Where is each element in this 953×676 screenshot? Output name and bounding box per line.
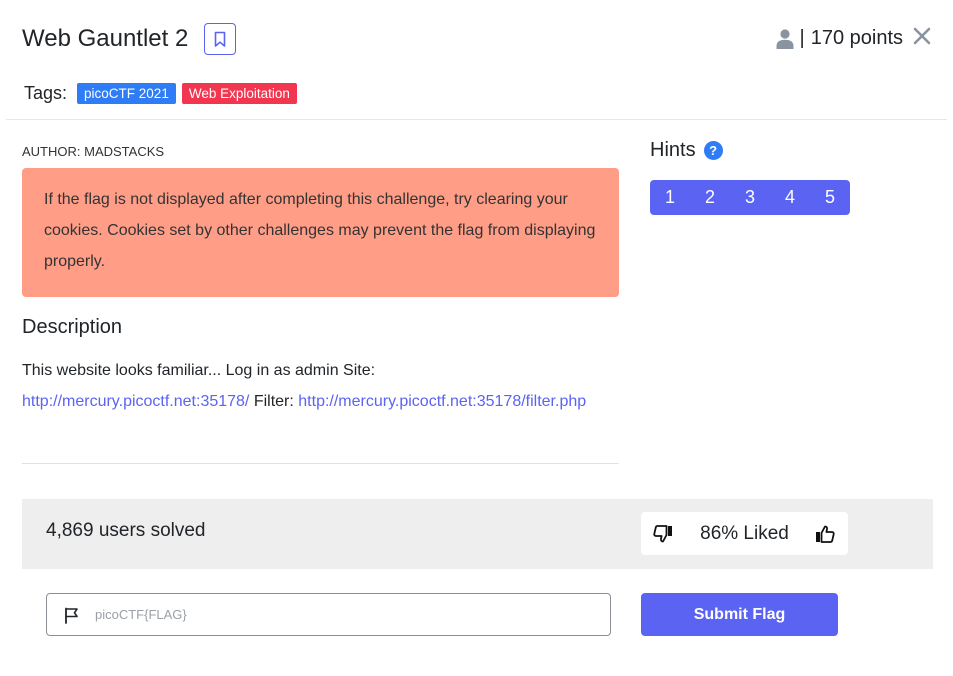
submit-flag-button[interactable]: Submit Flag — [641, 593, 838, 636]
hint-button-4[interactable]: 4 — [770, 180, 810, 215]
hints-title: Hints — [650, 139, 696, 161]
help-icon[interactable]: ? — [703, 141, 723, 160]
author-label: AUTHOR: MADSTACKS — [22, 144, 165, 159]
hints-heading: Hints ? — [650, 139, 723, 162]
filter-label: Filter: — [253, 393, 294, 410]
close-button[interactable] — [913, 22, 931, 50]
challenge-title: Web Gauntlet 2 — [22, 25, 189, 52]
description-divider — [22, 463, 619, 464]
description-heading: Description — [22, 316, 123, 338]
stats-bar: 4,869 users solved 86% Liked — [22, 499, 933, 569]
description-body: This website looks familiar... Log in as… — [22, 355, 602, 417]
flag-icon — [64, 607, 80, 629]
description-intro: This website looks familiar... Log in as… — [22, 362, 376, 379]
hint-button-2[interactable]: 2 — [690, 180, 730, 215]
bookmark-icon — [214, 31, 226, 47]
points-separator: | — [799, 27, 805, 49]
flag-input[interactable] — [95, 595, 595, 634]
users-solved-count: 4,869 users solved — [46, 520, 206, 541]
points-value: 170 points — [810, 27, 903, 49]
hint-button-5[interactable]: 5 — [810, 180, 850, 215]
tags-label: Tags: — [24, 83, 68, 103]
hints-button-group: 1 2 3 4 5 — [650, 180, 850, 215]
header-divider — [6, 119, 947, 120]
user-icon — [776, 28, 793, 49]
tags-row: Tags: picoCTF 2021 Web Exploitation — [24, 83, 297, 104]
close-icon — [913, 27, 931, 45]
tag-picoctf-2021[interactable]: picoCTF 2021 — [77, 83, 176, 104]
site-link[interactable]: http://mercury.picoctf.net:35178/ — [22, 393, 249, 410]
tag-web-exploitation[interactable]: Web Exploitation — [181, 83, 297, 104]
hint-button-1[interactable]: 1 — [650, 180, 690, 215]
bookmark-button[interactable] — [204, 23, 236, 55]
cookie-warning-alert: If the flag is not displayed after compl… — [22, 168, 619, 297]
hint-button-3[interactable]: 3 — [730, 180, 770, 215]
points-display: | 170 points — [776, 27, 903, 50]
challenge-header: Web Gauntlet 2 | 170 points — [22, 22, 931, 62]
like-panel: 86% Liked — [641, 512, 848, 555]
thumbs-up-icon[interactable] — [815, 524, 835, 549]
filter-link[interactable]: http://mercury.picoctf.net:35178/filter.… — [298, 393, 586, 410]
flag-input-group — [46, 593, 611, 636]
